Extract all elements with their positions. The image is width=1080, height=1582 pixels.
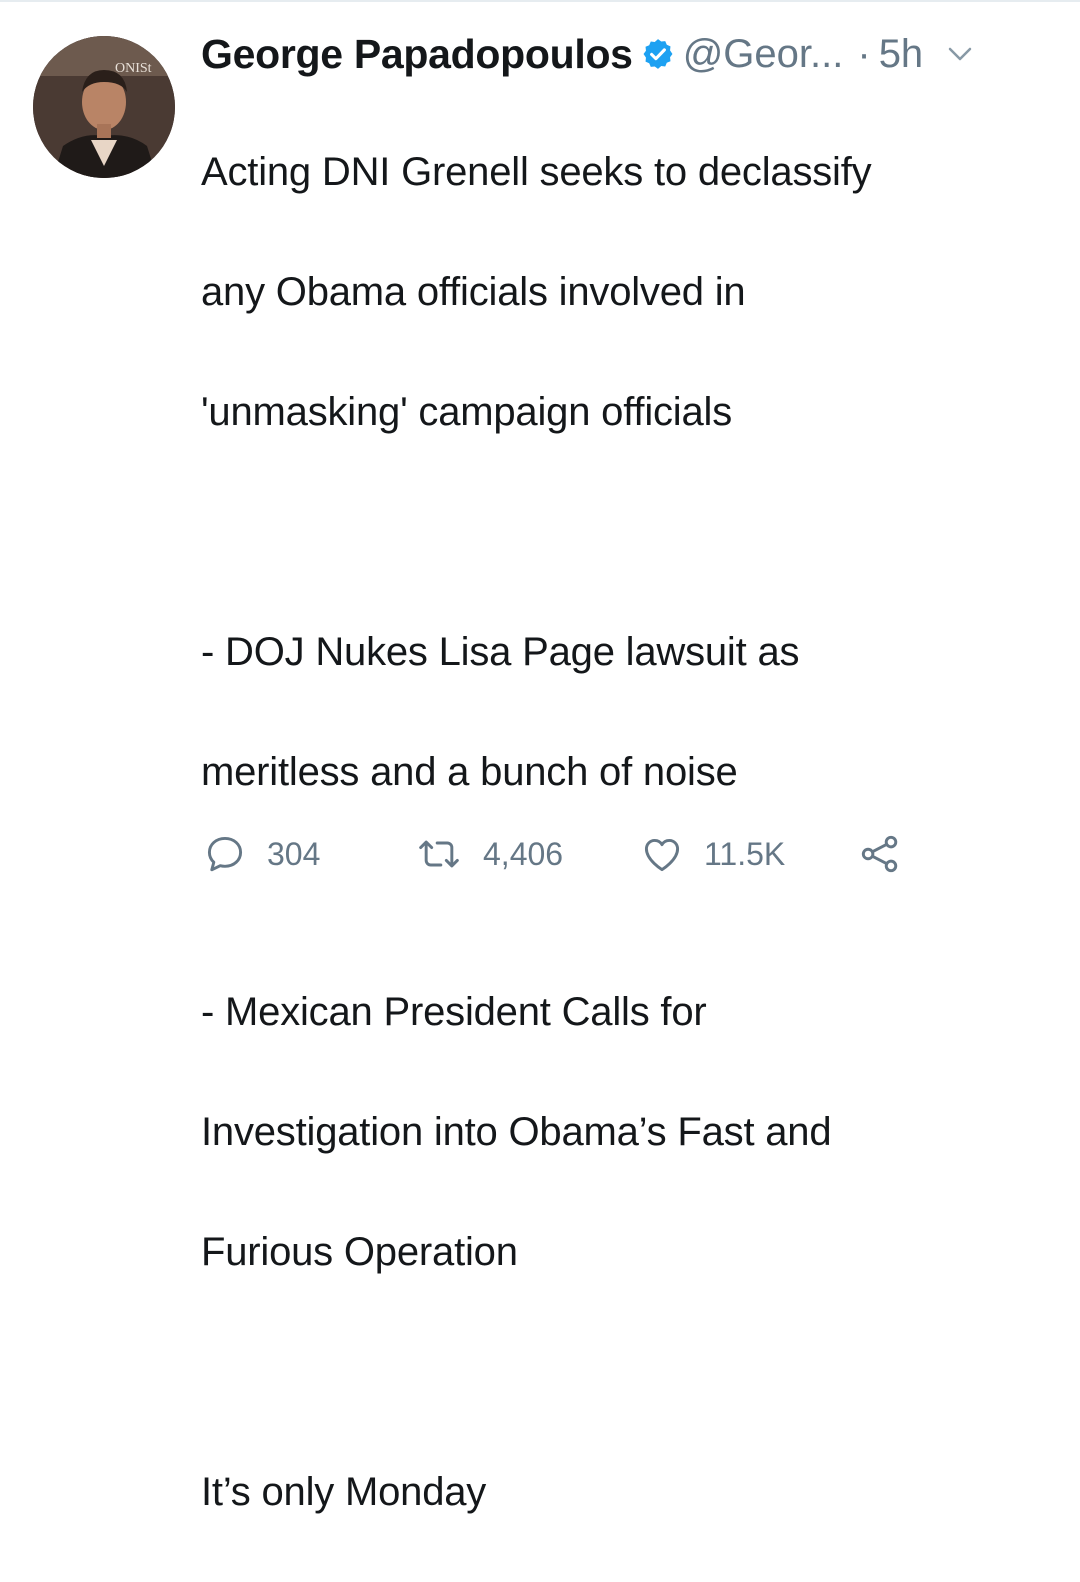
share-icon bbox=[858, 832, 902, 876]
reply-button[interactable]: 304 bbox=[203, 830, 320, 878]
tweet-actions: 304 4,406 11.5K bbox=[203, 830, 1063, 880]
chevron-down-icon[interactable] bbox=[945, 39, 975, 69]
like-count: 11.5K bbox=[704, 835, 786, 872]
like-button[interactable]: 11.5K bbox=[640, 830, 785, 878]
author-handle[interactable]: @Geor... bbox=[683, 32, 844, 77]
tweet-content: George Papadopoulos @Geor... · 5h Acting… bbox=[201, 24, 1061, 1582]
tweet-line: - Mexican President Calls for bbox=[201, 990, 707, 1034]
tweet-header: George Papadopoulos @Geor... · 5h bbox=[201, 24, 1061, 84]
retweet-button[interactable]: 4,406 bbox=[415, 830, 563, 878]
retweet-count: 4,406 bbox=[483, 835, 564, 872]
retweet-icon bbox=[415, 832, 463, 876]
tweet-line: Furious Operation bbox=[201, 1230, 518, 1274]
svg-text:ONISt: ONISt bbox=[115, 61, 152, 76]
separator-dot: · bbox=[857, 31, 871, 76]
tweet-line: Acting DNI Grenell seeks to declassify bbox=[201, 150, 872, 194]
reply-count: 304 bbox=[267, 835, 321, 872]
top-divider bbox=[0, 0, 1080, 2]
author-name[interactable]: George Papadopoulos bbox=[201, 31, 633, 78]
tweet-line: meritless and a bunch of noise bbox=[201, 750, 738, 794]
tweet-timestamp[interactable]: 5h bbox=[879, 32, 924, 77]
heart-icon bbox=[640, 832, 684, 876]
verified-badge-icon bbox=[641, 37, 675, 71]
tweet-line: - DOJ Nukes Lisa Page lawsuit as bbox=[201, 630, 800, 674]
tweet-line: 'unmasking' campaign officials bbox=[201, 390, 733, 434]
share-button[interactable] bbox=[858, 830, 902, 878]
tweet-line: It’s only Monday bbox=[201, 1470, 487, 1514]
tweet-line: Investigation into Obama’s Fast and bbox=[201, 1110, 832, 1154]
tweet-line: any Obama officials involved in bbox=[201, 270, 746, 314]
avatar[interactable]: ONISt bbox=[33, 36, 175, 178]
reply-icon bbox=[203, 832, 247, 876]
